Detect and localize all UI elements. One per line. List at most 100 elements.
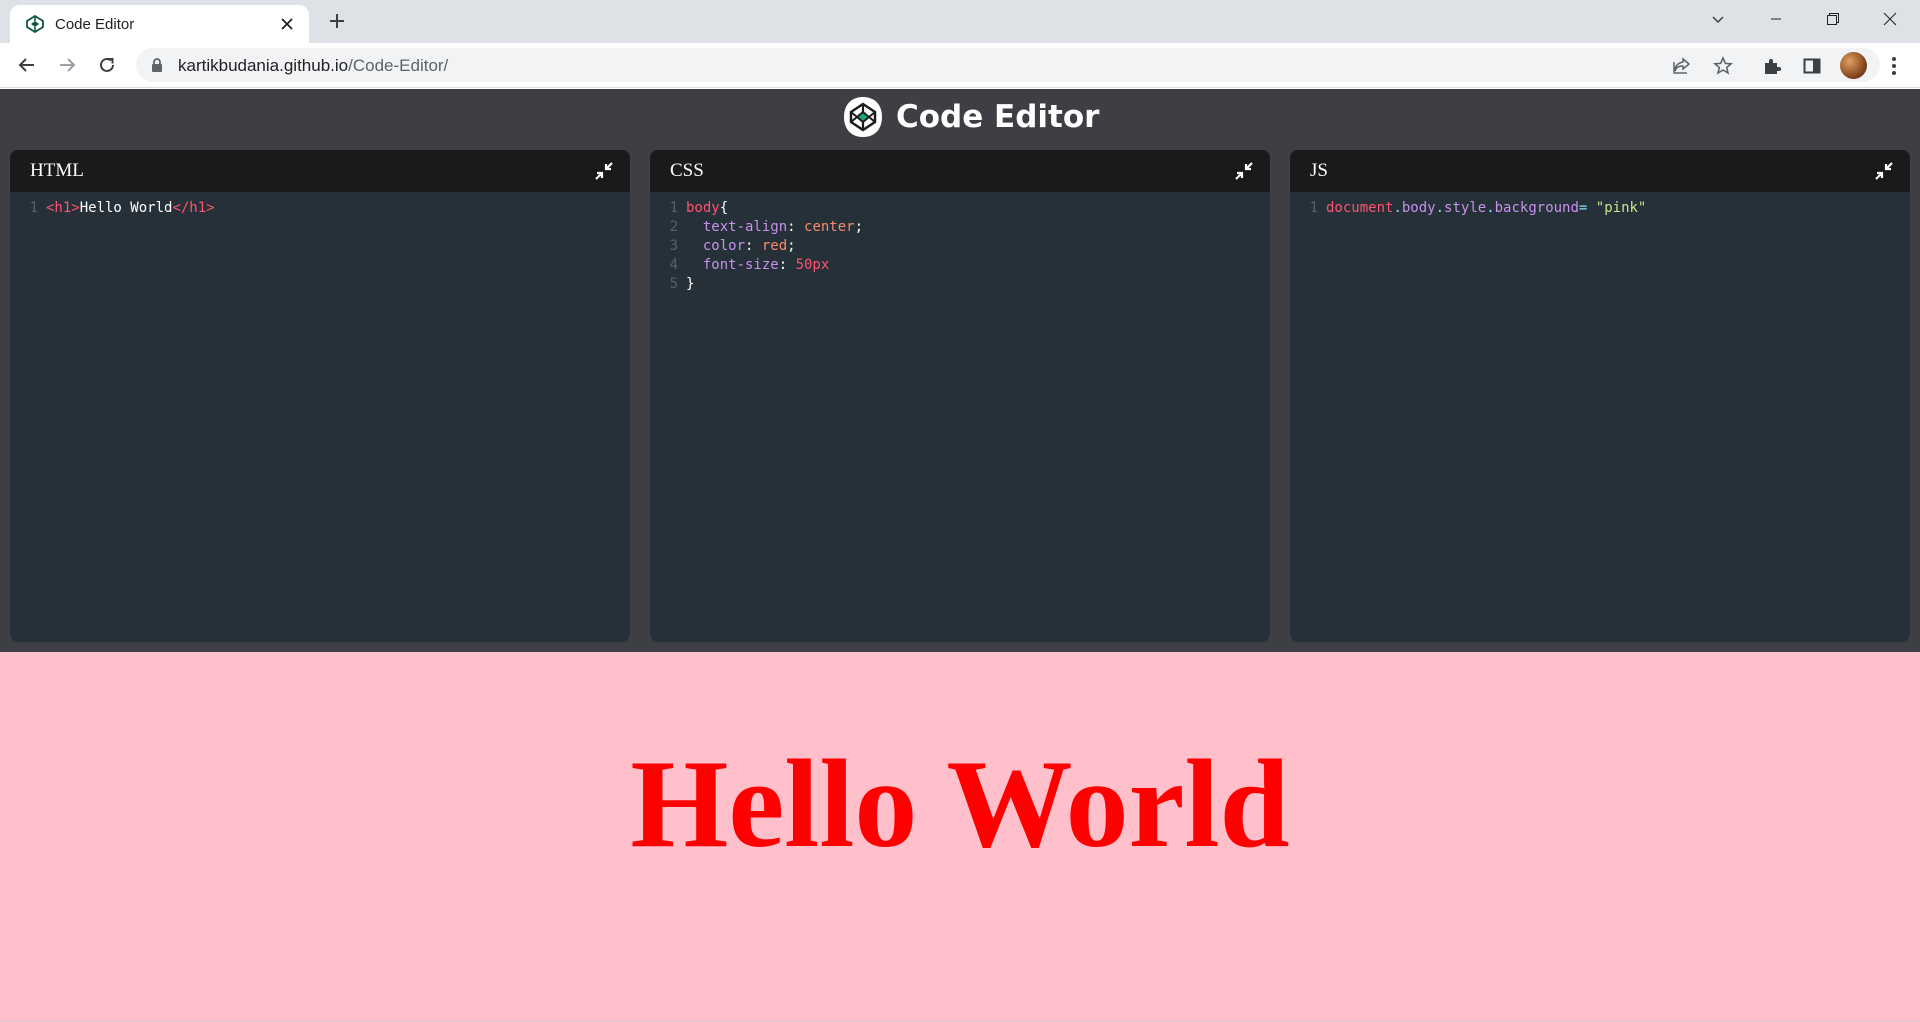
plus-icon	[330, 14, 344, 28]
new-tab-button[interactable]	[322, 9, 352, 33]
minimize-window-button[interactable]	[1748, 0, 1804, 38]
url-host: kartikbudania.github.io	[178, 56, 349, 75]
url-path: /Code-Editor/	[348, 56, 449, 75]
code-line[interactable]: 1 <h1> Hello World </h1>	[10, 199, 630, 218]
restore-window-button[interactable]	[1805, 0, 1861, 38]
code-line[interactable]: 5}	[650, 275, 1270, 294]
codepen-favicon-icon	[26, 15, 44, 33]
chevron-down-icon	[1712, 16, 1724, 24]
code-token: text-align	[686, 219, 788, 235]
code-token: background	[1494, 200, 1579, 216]
code-token: body	[1401, 200, 1436, 216]
line-number: 3	[669, 238, 678, 254]
reload-icon	[100, 57, 114, 72]
tab-title: Code Editor	[55, 16, 135, 33]
code-token: red	[761, 238, 788, 254]
code-token: Hello World	[79, 200, 173, 216]
code-token: font-size	[686, 257, 779, 273]
js-code-editor[interactable]: 1 document. body. style. background = "pink"	[1290, 199, 1910, 218]
code-token: :	[787, 219, 805, 235]
line-number: 1	[1309, 200, 1318, 216]
code-line[interactable]: 2 text-align: center;	[650, 218, 1270, 237]
minimize-icon	[1771, 18, 1781, 20]
line-number: 1	[29, 200, 38, 216]
extensions-button[interactable]	[1759, 53, 1785, 79]
code-token: :	[778, 257, 796, 273]
js-panel: JS 1 document. body. style. background = "pin…	[1290, 150, 1910, 642]
code-token: body	[686, 200, 720, 216]
code-token: document	[1326, 200, 1394, 216]
panel-title: CSS	[670, 160, 704, 181]
html-panel: HTML 1 <h1> Hello World </h1>	[10, 150, 630, 642]
close-window-button[interactable]	[1862, 0, 1918, 38]
code-token: 50px	[795, 257, 830, 273]
code-token: .	[1435, 200, 1445, 216]
app-title: Code Editor	[896, 99, 1100, 135]
reload-button[interactable]	[92, 50, 122, 80]
profile-avatar[interactable]	[1840, 52, 1867, 79]
code-token: style	[1444, 200, 1487, 216]
minimize-arrows-icon[interactable]	[1874, 161, 1894, 181]
code-token: }	[686, 276, 695, 292]
window-close-icon	[1883, 12, 1897, 26]
lock-icon	[152, 58, 162, 72]
css-panel: CSS 1 body{2 text-align: center; 3 color: …	[650, 150, 1270, 642]
arrow-right-icon	[60, 58, 76, 72]
browser-tab[interactable]: Code Editor	[10, 5, 309, 43]
code-token: ;	[854, 219, 864, 235]
panel-header: JS	[1290, 150, 1910, 192]
share-button[interactable]	[1671, 55, 1693, 77]
address-bar[interactable]: kartikbudania.github.io/Code-Editor/	[136, 48, 1880, 82]
editor-area: Code Editor HTML 1 <h1> Hello World </h1> C…	[0, 89, 1920, 652]
code-token: .	[1486, 200, 1495, 216]
codepen-logo-icon	[844, 97, 882, 137]
forward-button[interactable]	[52, 50, 82, 80]
code-token: "pink"	[1595, 200, 1647, 216]
line-number: 1	[669, 200, 678, 216]
panel-header: HTML	[10, 150, 630, 192]
html-code-editor[interactable]: 1 <h1> Hello World </h1>	[10, 199, 630, 218]
share-icon	[1673, 57, 1691, 74]
code-token: center	[804, 219, 855, 235]
browser-menu-button[interactable]	[1881, 53, 1907, 79]
side-panel-icon	[1803, 58, 1821, 74]
minimize-arrows-icon[interactable]	[594, 161, 614, 181]
code-token: .	[1393, 200, 1402, 216]
panel-title: HTML	[30, 160, 84, 181]
arrow-left-icon	[18, 58, 34, 72]
line-number: 2	[669, 219, 678, 235]
code-line[interactable]: 4 font-size: 50px	[650, 256, 1270, 275]
code-token: :	[745, 238, 762, 254]
preview-heading: Hello World	[630, 735, 1290, 874]
restore-icon	[1827, 13, 1839, 25]
output-preview: Hello World	[0, 652, 1920, 1022]
line-number: 5	[669, 276, 678, 292]
bookmark-button[interactable]	[1712, 55, 1734, 77]
panel-title: JS	[1310, 160, 1328, 181]
url-text[interactable]: kartikbudania.github.io/Code-Editor/	[178, 56, 448, 76]
side-panel-button[interactable]	[1799, 53, 1825, 79]
line-number: 4	[669, 257, 678, 273]
star-icon	[1713, 56, 1733, 75]
code-token: </h1>	[172, 200, 215, 216]
puzzle-icon	[1765, 59, 1781, 74]
tab-strip: Code Editor	[0, 0, 1920, 43]
web-page: Code Editor HTML 1 <h1> Hello World </h1> C…	[0, 89, 1920, 1022]
code-token: {	[719, 200, 729, 216]
code-line[interactable]: 1 body{	[650, 199, 1270, 218]
close-icon[interactable]	[277, 14, 297, 34]
code-token: <h1>	[46, 200, 80, 216]
code-token: color	[686, 238, 746, 254]
tab-search-button[interactable]	[1690, 0, 1746, 38]
app-header: Code Editor	[842, 93, 1099, 141]
code-line[interactable]: 3 color: red;	[650, 237, 1270, 256]
browser-toolbar: kartikbudania.github.io/Code-Editor/	[0, 43, 1920, 88]
back-button[interactable]	[12, 50, 42, 80]
panel-header: CSS	[650, 150, 1270, 192]
css-code-editor[interactable]: 1 body{2 text-align: center; 3 color: red;…	[650, 199, 1270, 294]
code-token: =	[1578, 200, 1596, 216]
more-vert-icon	[1892, 57, 1896, 75]
code-token: ;	[787, 238, 796, 254]
minimize-arrows-icon[interactable]	[1234, 161, 1254, 181]
code-line[interactable]: 1 document. body. style. background = "pink"	[1290, 199, 1910, 218]
